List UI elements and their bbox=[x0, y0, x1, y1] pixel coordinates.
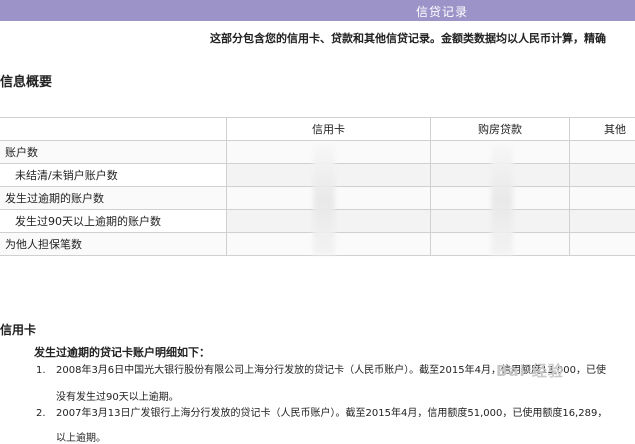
header-cell-other: 其他 bbox=[570, 118, 635, 141]
record-text: 2007年3月13日广发银行上海分行发放的贷记卡（人民币账户）。截至2015年4… bbox=[56, 408, 607, 419]
record-number: 2. bbox=[36, 403, 56, 425]
redaction-blur bbox=[313, 145, 335, 255]
credit-record-banner: 信贷记录 bbox=[0, 0, 635, 21]
row-label-guarantees: 为他人担保笔数 bbox=[0, 233, 227, 256]
summary-header-row: 信用卡 购房贷款 其他 bbox=[0, 118, 635, 141]
row-label-90day-overdue-accounts: 发生过90天以上逾期的账户数 bbox=[0, 210, 227, 233]
record-continuation: 没有发生过90天以上逾期。 bbox=[56, 388, 179, 403]
header-cell-housing-loan: 购房贷款 bbox=[431, 118, 570, 141]
list-item: 2.2007年3月13日广发银行上海分行发放的贷记卡（人民币账户）。截至2015… bbox=[36, 403, 607, 425]
table-cell bbox=[570, 210, 635, 233]
header-cell-credit-card: 信用卡 bbox=[227, 118, 431, 141]
notice-text: 这部分包含您的信用卡、贷款和其他信贷记录。金额类数据均以人民币计算，精确 bbox=[210, 30, 606, 46]
header-cell-blank bbox=[0, 118, 227, 141]
row-label-open-accounts: 未结清/未销户账户数 bbox=[0, 164, 227, 187]
table-cell bbox=[570, 233, 635, 256]
banner-title: 信贷记录 bbox=[416, 3, 468, 20]
table-cell bbox=[570, 141, 635, 164]
redaction-blur bbox=[491, 145, 513, 255]
row-label-account-count: 账户数 bbox=[0, 141, 227, 164]
table-cell bbox=[570, 187, 635, 210]
credit-card-section-title: 信用卡 bbox=[0, 321, 36, 338]
table-cell bbox=[570, 164, 635, 187]
baidu-jingyan-watermark: Bai 经验 bbox=[496, 360, 564, 381]
row-label-overdue-accounts: 发生过逾期的账户数 bbox=[0, 187, 227, 210]
record-number: 1. bbox=[36, 360, 56, 382]
summary-title: 信息概要 bbox=[0, 71, 52, 90]
overdue-detail-heading: 发生过逾期的贷记卡账户明细如下： bbox=[34, 344, 210, 360]
